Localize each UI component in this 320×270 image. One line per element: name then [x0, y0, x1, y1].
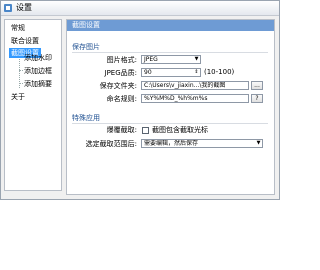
chevron-down-icon: ▼	[256, 140, 261, 146]
section-divider	[72, 52, 268, 53]
save-section-title: 保存图片	[72, 43, 100, 51]
after-selection-label: 选定截取范围后:	[85, 140, 137, 148]
chevron-down-icon: ▼	[194, 56, 199, 62]
jpeg-quality-input[interactable]: 90 ⇕	[141, 68, 201, 77]
after-selection-value: 需要编辑，然后保存	[144, 140, 199, 147]
sidebar-item-add-border[interactable]: 添加边框	[24, 66, 52, 76]
sidebar-item-about[interactable]: 关于	[11, 92, 25, 102]
sidebar-item-joint-settings[interactable]: 联合设置	[11, 36, 39, 46]
screenshot-settings-panel: 截图设置 保存图片 图片格式: JPEG ▼ JPEG品质: 90 ⇕ (10-…	[66, 19, 275, 195]
image-format-label: 图片格式:	[106, 56, 137, 64]
settings-window: 设置 常规 联合设置 截图设置 添加水印 添加边框 添加摘要 关于 截图设置 保…	[0, 0, 280, 200]
naming-rule-label: 命名规则:	[106, 95, 137, 103]
settings-app-icon	[4, 4, 12, 12]
jpeg-quality-label: JPEG品质:	[104, 69, 138, 77]
capture-cursor-label: 爆覆截取:	[106, 126, 137, 134]
settings-nav-tree: 常规 联合设置 截图设置 添加水印 添加边框 添加摘要 关于	[4, 19, 62, 191]
include-cursor-text[interactable]: 截图包含截取光标	[152, 125, 208, 135]
jpeg-quality-range: (10-100)	[204, 68, 235, 76]
special-section-title: 特殊应用	[72, 114, 100, 122]
panel-header: 截图设置	[67, 20, 274, 31]
sidebar-item-add-watermark[interactable]: 添加水印	[24, 53, 52, 63]
browse-folder-button[interactable]: ...	[251, 81, 263, 90]
image-format-select[interactable]: JPEG ▼	[141, 55, 201, 64]
after-selection-select[interactable]: 需要编辑，然后保存 ▼	[141, 139, 263, 148]
naming-rule-value: %Y%M%D_%h%m%s	[144, 95, 208, 102]
section-divider	[72, 123, 268, 124]
image-format-value: JPEG	[144, 56, 158, 63]
tree-connector	[19, 83, 23, 84]
title-bar[interactable]: 设置	[1, 1, 279, 16]
include-cursor-checkbox[interactable]	[142, 127, 149, 134]
window-title: 设置	[16, 3, 32, 12]
save-folder-input[interactable]: C:\Users\v_jiaxin...\我的截图	[141, 81, 249, 90]
panel-title: 截图设置	[72, 21, 100, 29]
jpeg-quality-value: 90	[144, 69, 152, 76]
sidebar-item-add-summary[interactable]: 添加摘要	[24, 79, 52, 89]
naming-help-button[interactable]: ?	[251, 94, 263, 103]
tree-connector	[19, 70, 23, 71]
save-folder-value: C:\Users\v_jiaxin...\我的截图	[144, 82, 226, 89]
sidebar-item-general[interactable]: 常规	[11, 23, 25, 33]
spinner-icon[interactable]: ⇕	[194, 70, 199, 75]
naming-rule-input[interactable]: %Y%M%D_%h%m%s	[141, 94, 249, 103]
save-folder-label: 保存文件夹:	[99, 82, 137, 90]
